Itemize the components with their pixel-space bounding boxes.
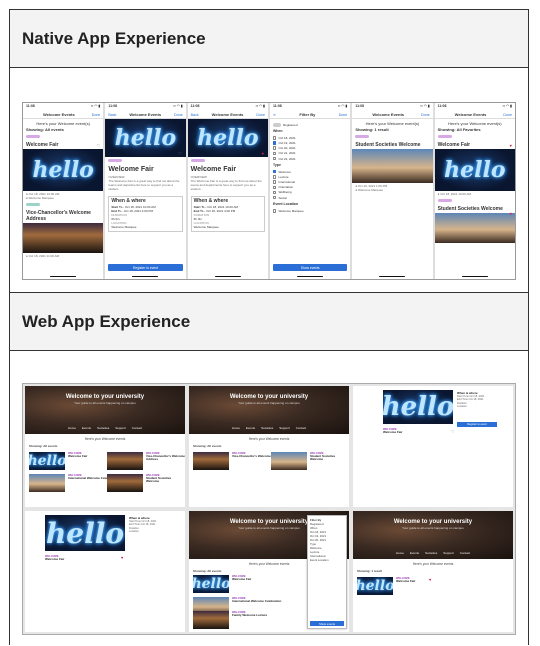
show-events-button[interactable]: Show events [310, 621, 344, 626]
event-title[interactable]: Vice-Chancellor's Welcome Address [23, 209, 103, 223]
web-screen-filtered: Welcome to your university Your guide to … [353, 511, 513, 632]
greeting: Here's your Welcome event(s) [36, 121, 90, 126]
nav-title: Welcome Events [43, 112, 75, 117]
heart-filled-icon[interactable]: ♥ [262, 151, 264, 156]
showing-label: Showing: All events [26, 127, 64, 132]
event-image [23, 223, 104, 253]
event-image [434, 213, 515, 243]
event-image: hello [187, 119, 268, 157]
filter-title: Filter By [299, 112, 316, 117]
phone-screen-detail: 11:08 ▪▪ ◠ ▮ Back Welcome Events Done hello… [105, 103, 186, 279]
event-image: hello [434, 149, 515, 191]
event-title: Welcome Fair [108, 166, 154, 173]
web-screen-detail: hello When & where Start Time Oct 18, 202… [353, 386, 513, 507]
web-section-heading: Web App Experience [10, 293, 528, 351]
native-phone-strip: 11:08 ▪▪ ◠ ▮ Welcome Events Done Here's yo… [22, 102, 516, 280]
showing-label: Showing: 1 result [355, 127, 389, 132]
register-button[interactable]: Register to event [108, 264, 183, 271]
phone-screen-filtered: 11:08 ▪▪ ◠ ▮ Welcome Events Done Here's yo… [352, 103, 433, 279]
phone-screen-list: 11:08 ▪▪ ◠ ▮ Welcome Events Done Here's yo… [23, 103, 104, 279]
heart-icon[interactable]: ♡ [97, 143, 101, 148]
event-title[interactable]: Welcome Fair [23, 141, 103, 149]
show-events-button[interactable]: Show events [272, 264, 348, 271]
event-title[interactable]: Student Societies Welcome [352, 141, 432, 149]
event-title[interactable]: Welcome Fair [435, 141, 515, 149]
web-screenshot-grid: Welcome to your university Your guide to … [22, 383, 516, 635]
showing-label: Showing: All Favorites [437, 127, 481, 132]
web-screen-filter: Welcome to your university Your guide to … [189, 511, 349, 632]
when-where-heading: When & where [111, 198, 146, 204]
filter-panel: Filter By Registered When Oct 18, 2021 O… [307, 515, 347, 629]
event-image: hello [105, 119, 186, 157]
phone-screen-favorites: 11:08 ▪▪ ◠ ▮ Welcome Events Done Here's yo… [434, 103, 515, 279]
done-button[interactable]: Done [92, 113, 101, 117]
web-screen-list: Welcome to your university Your guide to … [25, 386, 185, 507]
back-button[interactable]: Back [108, 113, 116, 117]
web-screen-detail-favorited: hello When & where Start Time Oct 18, 202… [25, 511, 185, 632]
web-section: Web App Experience Welcome to your unive… [10, 293, 528, 646]
phone-screen-detail-favorited: 11:08 ▪▪ ◠ ▮ Back Welcome Events Done hello… [187, 103, 268, 279]
comparison-frame: Native App Experience 11:08 ▪▪ ◠ ▮ Welcom… [9, 9, 529, 645]
register-button[interactable]: Register to event [457, 422, 497, 427]
heart-icon[interactable]: ♡ [178, 151, 182, 156]
event-image [352, 149, 433, 183]
web-screen-list-scrolled: Welcome to your university Your guide to … [189, 386, 349, 507]
phone-screen-filter: 11:08 ▪▪ ◠ ▮ ✕ Filter By Done Registered Wh… [269, 103, 351, 279]
event-image: hello [23, 149, 104, 191]
event-title: Welcome Fair [190, 166, 237, 173]
native-section: Native App Experience 11:08 ▪▪ ◠ ▮ Welcom… [10, 10, 528, 293]
event-title[interactable]: Student Societies Welcome [435, 205, 515, 213]
registered-toggle[interactable] [272, 122, 281, 127]
native-section-heading: Native App Experience [10, 10, 528, 68]
